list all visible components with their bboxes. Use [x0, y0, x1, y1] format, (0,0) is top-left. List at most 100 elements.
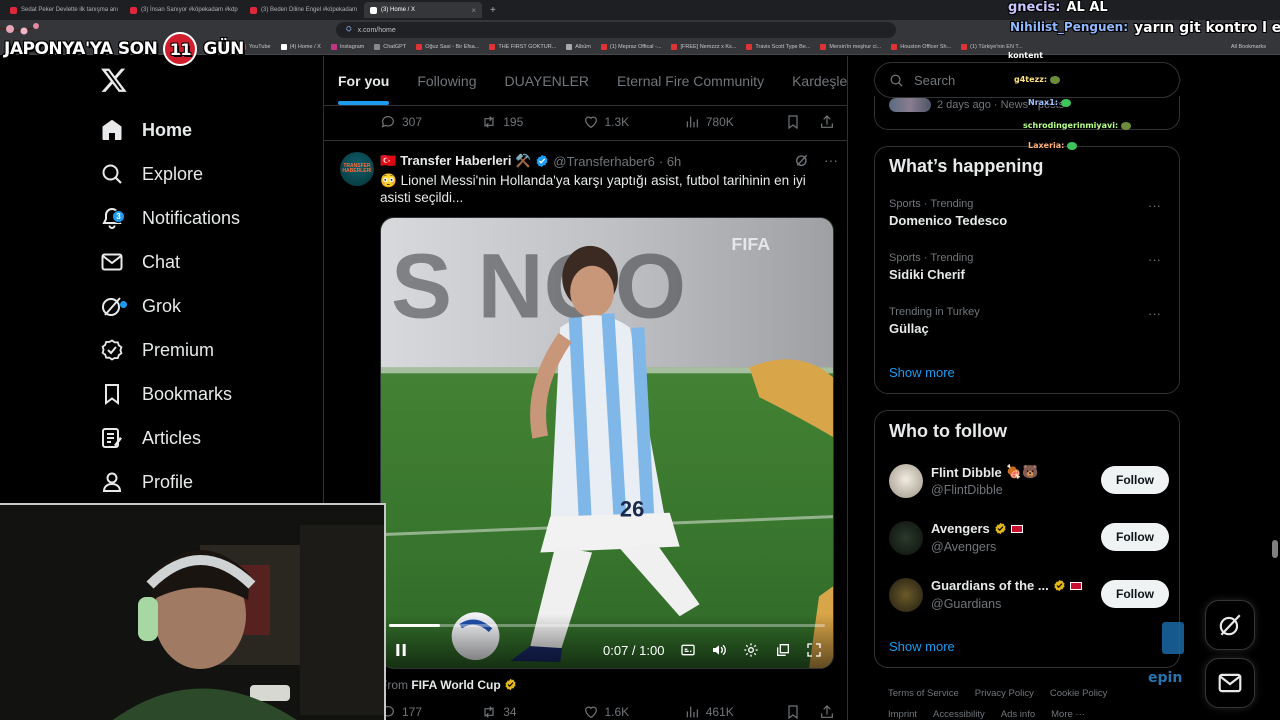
close-icon[interactable]: ×	[471, 6, 476, 15]
grok-floating-button[interactable]	[1205, 600, 1255, 650]
pause-button[interactable]	[393, 642, 409, 658]
fullscreen-button[interactable]	[806, 642, 822, 658]
tab-label: (3) İnsan Sanıyor #köpekadam #kdp	[141, 7, 238, 13]
grok-icon[interactable]	[794, 152, 810, 168]
reply-button[interactable]: 307	[380, 114, 481, 130]
volume-button[interactable]	[711, 642, 727, 658]
tab-eternal-fire[interactable]: Eternal Fire Community	[617, 73, 764, 89]
trend-item[interactable]: Trending in Turkey Güllaç ···	[889, 306, 1169, 336]
svg-text:epin: epin	[1148, 670, 1182, 686]
footer-link[interactable]: Imprint	[888, 709, 917, 720]
reply-button[interactable]: 177	[380, 704, 481, 720]
follow-handle: @Avengers	[931, 540, 997, 554]
sidebar-item-profile[interactable]: Profile	[100, 462, 193, 502]
more-options-icon[interactable]: ···	[1148, 252, 1161, 267]
heart-icon	[584, 706, 597, 719]
view-count: 461K	[705, 705, 734, 719]
views-button[interactable]: 780K	[684, 114, 785, 130]
tweet-author-name[interactable]: Transfer Haberleri ⚒️	[400, 153, 531, 169]
tab-following[interactable]: Following	[417, 73, 476, 89]
tab-label: Sedat Peker Devlette ilk tanışma anı	[21, 7, 119, 13]
follow-button[interactable]: Follow	[1101, 580, 1169, 608]
tab-for-you[interactable]: For you	[338, 73, 390, 105]
follow-suggestion[interactable]: Guardians of the ... @Guardians Follow	[889, 576, 1169, 616]
like-count: 1.3K	[604, 115, 630, 129]
footer-link[interactable]: Accessibility	[933, 709, 985, 720]
tweet-video-player[interactable]: S NOO 26 FIFA 0:07 / 1:00	[380, 217, 834, 669]
follow-suggestion[interactable]: Flint Dibble 🍖🐻 @FlintDibble Follow	[889, 462, 1169, 502]
follow-button[interactable]: Follow	[1101, 523, 1169, 551]
bookmark-item[interactable]: ChatGPT	[374, 44, 406, 50]
more-options-icon[interactable]: ···	[824, 152, 838, 168]
bookmark-item[interactable]: Instagram	[330, 44, 364, 50]
tweet-author-handle[interactable]: @Transferhaber6	[553, 154, 655, 169]
sidebar-item-bookmarks[interactable]: Bookmarks	[100, 374, 232, 414]
page-scrollbar[interactable]	[1272, 540, 1278, 558]
follow-suggestion[interactable]: Avengers @Avengers Follow	[889, 519, 1169, 559]
sidebar-item-notifications[interactable]: 3 Notifications	[100, 198, 240, 238]
sidebar-item-home[interactable]: Home	[100, 110, 192, 150]
like-button[interactable]: 1.6K	[583, 704, 684, 720]
browser-tab[interactable]: Sedat Peker Devlette ilk tanışma anı×	[4, 2, 122, 18]
browser-tab[interactable]: (3) İnsan Sanıyor #köpekadam #kdp×	[124, 2, 242, 18]
bookmark-item[interactable]: Mersin'in meşhur ci...	[820, 44, 881, 50]
sidebar-item-articles[interactable]: Articles	[100, 418, 201, 458]
footer-link[interactable]: Cookie Policy	[1050, 688, 1108, 699]
bookmark-item[interactable]: Oğuz Sasi - Bir Efsa...	[416, 44, 479, 50]
follow-display-name: Avengers	[931, 521, 990, 536]
notification-badge: 3	[112, 210, 125, 223]
footer-link[interactable]: More ···	[1051, 709, 1085, 720]
repost-button[interactable]: 34	[481, 704, 582, 720]
tweet-avatar[interactable]: TRANSFER HABERLERİ	[340, 152, 374, 186]
browser-tab-active[interactable]: (3) Home / X ×	[364, 2, 482, 18]
browser-tab[interactable]: (3) Beden Diline Engel #köpekadam×	[244, 2, 362, 18]
views-button[interactable]: 461K	[684, 704, 785, 720]
sidebar-item-grok[interactable]: Grok	[100, 286, 181, 326]
trend-item[interactable]: Sports · Trending Sidiki Cherif ···	[889, 252, 1169, 282]
bookmark-item[interactable]: Albüm	[566, 44, 591, 50]
site-info-icon[interactable]: ⛭	[346, 26, 352, 34]
bookmark-icon[interactable]	[785, 114, 801, 130]
bookmark-item[interactable]: Houston Officer Sh...	[891, 44, 951, 50]
footer-link[interactable]: Privacy Policy	[975, 688, 1034, 699]
share-icon[interactable]	[819, 114, 835, 130]
trend-item[interactable]: Sports · Trending Domenico Tedesco ···	[889, 198, 1169, 228]
share-icon[interactable]	[819, 704, 835, 720]
like-button[interactable]: 1.3K	[583, 114, 684, 130]
bookmark-item[interactable]: (1) Mepraz Offical -...	[600, 44, 661, 50]
bookmark-item[interactable]: [FREE] Nemzzz x Ks...	[671, 44, 736, 50]
emote-icon	[1121, 121, 1132, 130]
tab-duayenler[interactable]: DUAYENLER	[504, 73, 589, 89]
new-tab-button[interactable]: +	[484, 5, 502, 16]
tweet-time[interactable]: · 6h	[659, 154, 681, 169]
avatar	[889, 521, 923, 555]
show-more-trends-link[interactable]: Show more	[889, 365, 955, 380]
source-account[interactable]: FIFA World Cup	[411, 678, 500, 692]
footer-link[interactable]: Ads info	[1001, 709, 1035, 720]
dock-video-button[interactable]	[775, 642, 791, 658]
bookmark-item[interactable]: YouTube	[240, 44, 271, 50]
bookmark-icon[interactable]	[785, 704, 801, 720]
sidebar-item-premium[interactable]: Premium	[100, 330, 214, 370]
captions-button[interactable]	[680, 642, 696, 658]
messages-floating-button[interactable]	[1205, 658, 1255, 708]
video-progress-bar[interactable]	[389, 624, 825, 627]
more-options-icon[interactable]: ···	[1148, 306, 1161, 321]
sidebar-item-explore[interactable]: Explore	[100, 154, 203, 194]
x-logo-icon[interactable]	[100, 66, 128, 94]
follow-button[interactable]: Follow	[1101, 466, 1169, 494]
svg-text:26: 26	[620, 497, 644, 522]
tab-kardesler[interactable]: Kardeşler Ku	[792, 73, 847, 89]
settings-button[interactable]	[743, 642, 759, 658]
sidebar-item-chat[interactable]: Chat	[100, 242, 180, 282]
more-options-icon[interactable]: ···	[1148, 198, 1161, 213]
footer-link[interactable]: Terms of Service	[888, 688, 959, 699]
close-icon[interactable]: ×	[361, 6, 362, 15]
show-more-follow-link[interactable]: Show more	[889, 639, 955, 654]
bookmark-item[interactable]: (4) Home / X	[280, 44, 321, 50]
url-field[interactable]: ⛭ x.com/home	[336, 22, 896, 38]
tweet-right-actions	[785, 114, 835, 130]
bookmark-item[interactable]: Travis Scott Type Be...	[746, 44, 810, 50]
repost-button[interactable]: 195	[481, 114, 582, 130]
bookmark-item[interactable]: THE FIRST GOKTUR...	[489, 44, 556, 50]
